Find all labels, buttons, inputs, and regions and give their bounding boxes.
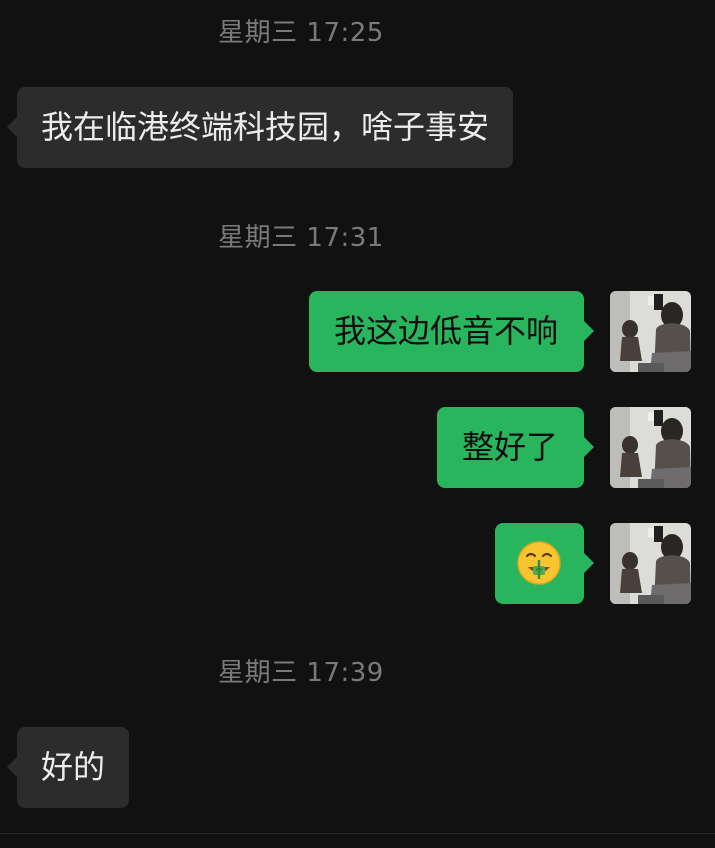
incoming-message-bubble[interactable]: 我在临港终端科技园，啥子事安 xyxy=(6,87,514,168)
avatar-photo xyxy=(610,523,691,604)
user-avatar[interactable] xyxy=(610,291,691,372)
money-mouth-face-icon xyxy=(517,541,561,585)
user-avatar[interactable] xyxy=(610,523,691,604)
input-bar-divider xyxy=(0,833,715,834)
outgoing-message-bubble[interactable]: 我这边低音不响 xyxy=(308,291,595,372)
incoming-message-bubble[interactable]: 好的 xyxy=(6,727,130,808)
chat-message-list[interactable]: 星期三 17:25 我在临港终端科技园，啥子事安 星期三 17:31 我这边低音… xyxy=(0,0,715,848)
message-timestamp: 星期三 17:39 xyxy=(218,658,384,688)
avatar-photo xyxy=(610,291,691,372)
message-timestamp: 星期三 17:31 xyxy=(218,223,384,253)
avatar-photo xyxy=(610,407,691,488)
outgoing-message-bubble[interactable]: 整好了 xyxy=(436,407,595,488)
user-avatar[interactable] xyxy=(610,407,691,488)
outgoing-emoji-bubble[interactable] xyxy=(495,523,594,604)
message-timestamp: 星期三 17:25 xyxy=(218,18,384,48)
